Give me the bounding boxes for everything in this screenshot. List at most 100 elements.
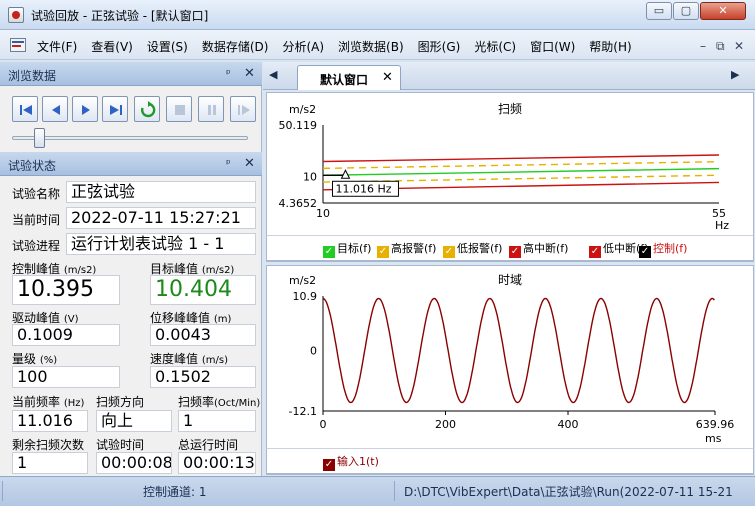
mdi-minimize-icon[interactable]: – [700,39,706,53]
test-time-value: 00:00:08 [96,452,172,474]
panel-close-icon[interactable]: ✕ [244,66,255,81]
vel-peak-label: 速度峰值 (m/s) [150,352,228,366]
checkbox-icon[interactable]: ✓ [323,246,335,258]
sweep-y-tick-1: 10 [303,171,317,184]
close-icon: ✕ [718,4,728,17]
total-time-label: 总运行时间 [178,438,239,452]
play-button[interactable] [72,96,98,122]
sweep-legend-label: 目标(f) [337,242,372,255]
status-separator [2,481,3,501]
menu-item-7[interactable]: 光标(C) [474,38,516,55]
time-chart[interactable]: 时域m/s2ms10.90-12.10 200 400 639.96 [267,266,753,476]
time-legend-label: 输入1(t) [337,455,379,468]
window-title: 试验回放 - 正弦试验 - [默认窗口] [31,9,209,23]
time-y-tick-1: 0 [310,345,317,358]
checkbox-icon[interactable]: ✓ [589,246,601,258]
status-bar: 控制通道: 1 D:\DTC\VibExpert\Data\正弦试验\Run(2… [0,476,755,506]
time-series-line-0 [322,297,715,404]
pause-button[interactable] [198,96,224,122]
checkbox-icon[interactable]: ✓ [377,246,389,258]
first-button[interactable] [12,96,38,122]
sweep-legend-item[interactable]: ✓ 目标(f) [323,240,371,258]
minimize-button[interactable]: ▭ [646,2,672,20]
data-path-status: D:\DTC\VibExpert\Data\正弦试验\Run(2022-07-1… [404,485,733,499]
sweep-legend-label: 高中断(f) [523,242,569,255]
sweep-legend-label: 低报警(f) [457,242,503,255]
sweep-legend-item[interactable]: ✓ 低报警(f) [443,240,502,258]
menu-item-2[interactable]: 设置(S) [147,38,188,55]
panel-close-icon[interactable]: ✕ [244,156,255,171]
status-panel-header: 试验状态 ᵖ ✕ [0,152,262,176]
menu-item-3[interactable]: 数据存储(D) [202,38,269,55]
sweep-x-unit: Hz [715,219,729,232]
refresh-icon [140,101,156,118]
remaining-sweeps-label: 剩余扫频次数 [12,438,85,452]
sweep-rate-value: 1 [178,410,256,432]
time-x-tick-2: 400 [558,418,579,431]
time-chart-title: 时域 [498,273,522,287]
playback-slider-thumb[interactable] [34,128,46,148]
control-channel-status: 控制通道: 1 [143,485,207,499]
time-y-unit: m/s2 [289,274,316,287]
checkbox-icon[interactable]: ✓ [443,246,455,258]
menu-item-5[interactable]: 浏览数据(B) [338,38,404,55]
stop-button[interactable] [166,96,192,122]
document-area: ◀ 默认窗口 ✕ ▶ 扫频 m/s2 Hz 50.119 10 4.3652 10 55 11.… [263,62,755,476]
pin-icon[interactable]: ᵖ [226,157,231,170]
status-panel-title: 试验状态 [8,159,57,173]
title-bar: 试验回放 - 正弦试验 - [默认窗口] ▭ ▢ ✕ [0,0,755,30]
app-icon [8,7,24,23]
remaining-sweeps-value: 1 [12,452,88,474]
sweep-x-tick-0: 10 [316,207,330,220]
checkbox-icon[interactable]: ✓ [639,246,651,258]
tab-scroll-right-icon[interactable]: ▶ [731,68,739,81]
menu-item-8[interactable]: 窗口(W) [530,38,575,55]
time-chart-panel: 时域 m/s2 ms 10.9 0 -12.1 0 200 400 639.96 [266,265,754,475]
time-legend-item[interactable]: ✓ 输入1(t) [323,453,379,471]
current-time-value: 2022-07-11 15:27:21 [66,207,256,229]
sweep-direction-label: 扫频方向 [96,395,145,409]
level-label: 量级 (%) [12,352,58,366]
sweep-legend-item[interactable]: ✓ 高中断(f) [509,240,568,258]
skip-last-icon [110,105,122,115]
step-back-icon [52,105,60,115]
sweep-legend-item[interactable]: ✓ 控制(f) [639,240,687,258]
tab-scroll-left-icon[interactable]: ◀ [269,68,277,81]
pin-icon[interactable]: ᵖ [226,67,231,80]
document-menu-icon[interactable] [10,38,26,52]
maximize-button[interactable]: ▢ [673,2,699,20]
sweep-legend-item[interactable]: ✓ 高报警(f) [377,240,436,258]
sweep-legend-label: 控制(f) [653,242,688,255]
refresh-button[interactable] [134,96,160,122]
menu-item-4[interactable]: 分析(A) [282,38,324,55]
status-separator [394,481,395,501]
play-icon [82,105,90,115]
mdi-close-icon[interactable]: ✕ [734,39,744,53]
control-peak-value: 10.395 [12,275,120,305]
prev-button[interactable] [42,96,68,122]
menu-item-9[interactable]: 帮助(H) [589,38,631,55]
close-button[interactable]: ✕ [700,2,746,20]
current-time-label: 当前时间 [12,213,61,227]
left-panel: 浏览数据 ᵖ ✕ 试验状态 ᵖ ✕ 试验名称 正弦试验 当前时间 2022-07… [0,62,262,476]
sweep-chart-title: 扫频 [498,102,522,116]
checkbox-icon[interactable]: ✓ [509,246,521,258]
tab-default-window[interactable]: 默认窗口 ✕ [297,65,401,90]
time-y-tick-2: -12.1 [289,405,317,418]
checkbox-icon[interactable]: ✓ [323,459,335,471]
playback-slider-track[interactable] [12,136,248,140]
sweep-legend-label: 高报警(f) [391,242,437,255]
menu-item-6[interactable]: 图形(G) [418,38,461,55]
tab-strip: ◀ 默认窗口 ✕ ▶ [263,62,755,90]
step-button[interactable] [230,96,256,122]
frequency-value: 11.016 [12,410,88,432]
mdi-restore-icon[interactable]: ⧉ [716,39,725,54]
test-progress-label: 试验进程 [12,239,61,253]
menu-item-1[interactable]: 查看(V) [91,38,133,55]
last-button[interactable] [102,96,128,122]
tab-close-icon[interactable]: ✕ [382,70,393,85]
time-x-tick-0: 0 [320,418,327,431]
menu-item-0[interactable]: 文件(F) [37,38,77,55]
sweep-legend: ✓ 目标(f) ✓ 高报警(f) ✓ 低报警(f) ✓ 高中断(f) ✓ 低中断(f) ✓ 控制(f) [266,235,754,261]
test-time-label: 试验时间 [96,438,145,452]
